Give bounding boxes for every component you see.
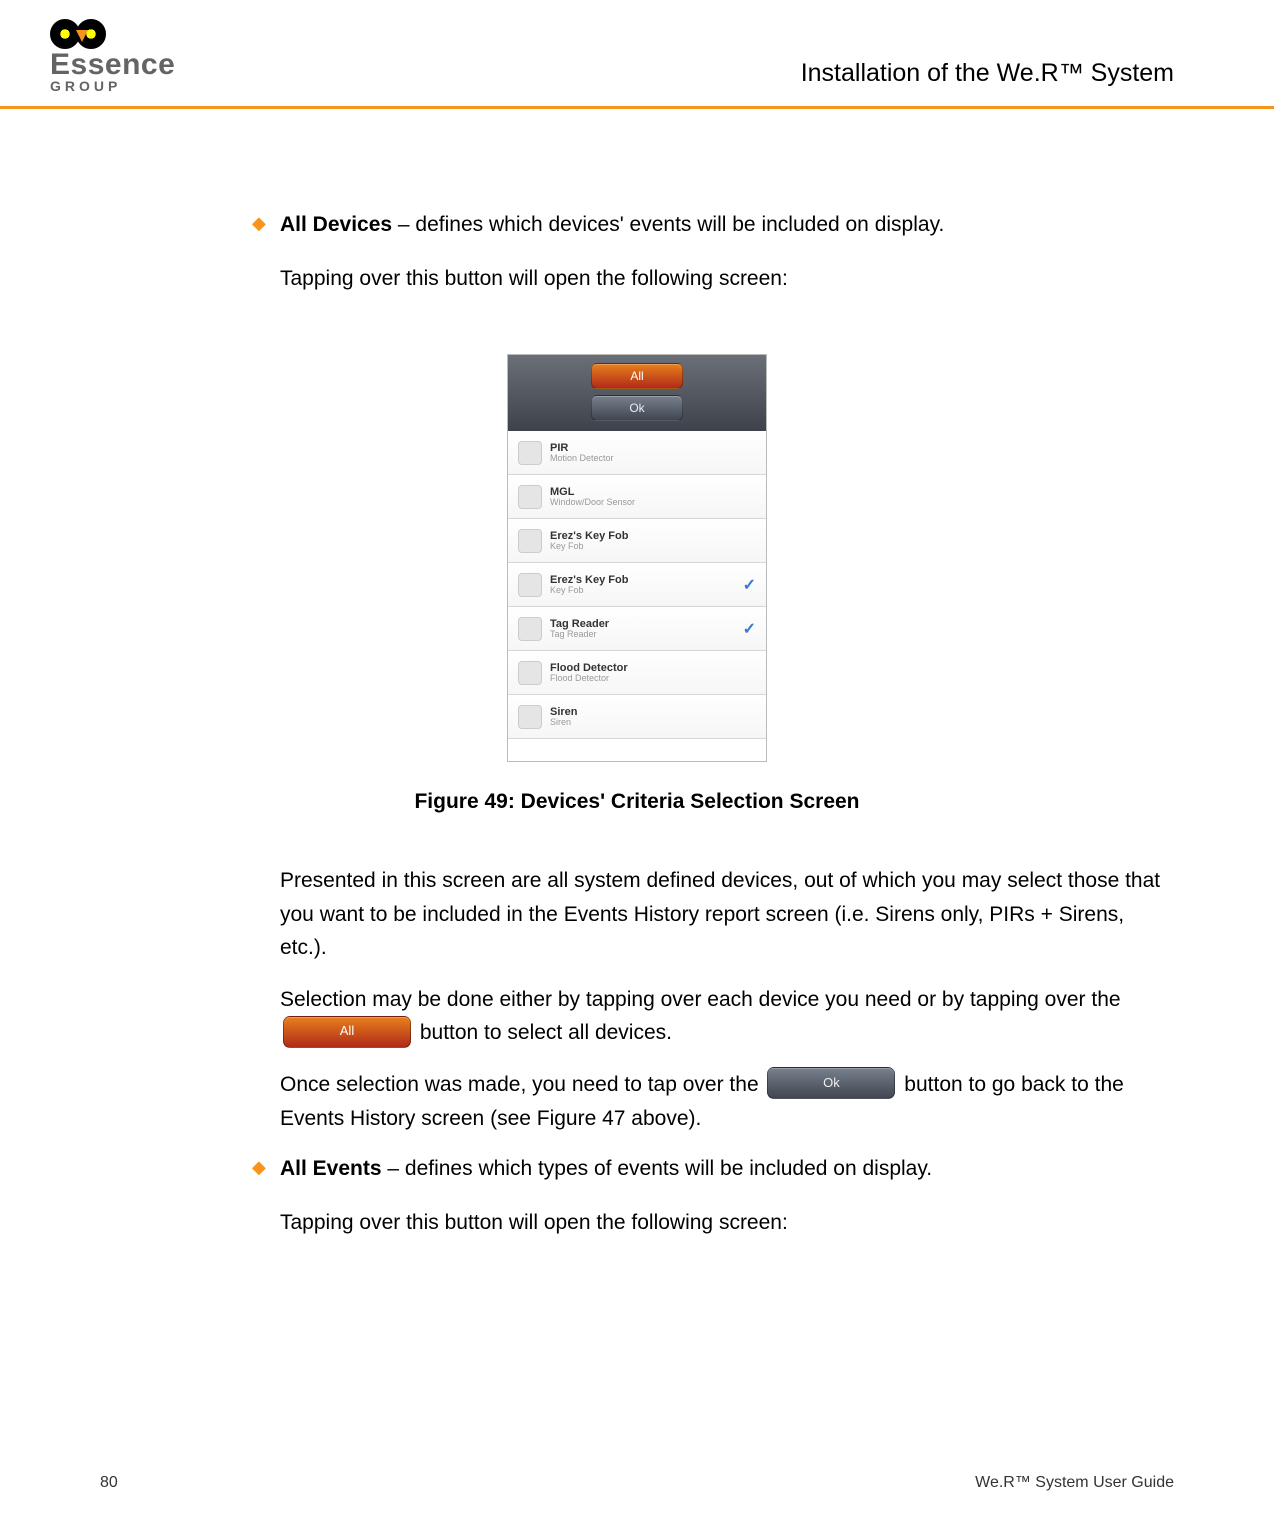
paragraph-2: Selection may be done either by tapping … (280, 983, 1174, 1050)
device-icon (518, 441, 542, 465)
list-item[interactable]: Flood DetectorFlood Detector (508, 651, 766, 695)
list-item[interactable]: Erez's Key FobKey Fob ✓ (508, 563, 766, 607)
device-subtitle: Siren (550, 718, 756, 728)
device-subtitle: Window/Door Sensor (550, 498, 756, 508)
page-number: 80 (100, 1474, 118, 1492)
list-item[interactable]: MGLWindow/Door Sensor (508, 475, 766, 519)
page-header: Essence GROUP Installation of the We.R™ … (0, 0, 1274, 109)
figure-49: All Ok PIRMotion DetectorMGLWindow/Door … (100, 354, 1174, 814)
device-title: Erez's Key Fob (550, 574, 735, 586)
paragraph-1: Presented in this screen are all system … (280, 864, 1174, 965)
ok-button[interactable]: Ok (591, 395, 683, 421)
list-item[interactable]: Erez's Key FobKey Fob (508, 519, 766, 563)
bullet-subtext: Tapping over this button will open the f… (280, 1207, 1174, 1239)
inline-ok-button[interactable]: Ok (767, 1067, 895, 1099)
bullet-desc: – defines which devices' events will be … (392, 213, 944, 236)
device-title: MGL (550, 486, 756, 498)
device-icon (518, 617, 542, 641)
list-item[interactable]: SirenSiren (508, 695, 766, 739)
screenshot-toolbar: All Ok (508, 355, 766, 431)
device-subtitle: Tag Reader (550, 630, 735, 640)
footer-guide-title: We.R™ System User Guide (975, 1474, 1174, 1492)
bullet-all-devices: ◆ All Devices – defines which devices' e… (280, 209, 1174, 294)
bullet-label: All Devices (280, 213, 392, 236)
page-title: Installation of the We.R™ System (801, 59, 1174, 94)
bullet-icon: ◆ (252, 213, 266, 234)
device-icon (518, 485, 542, 509)
page-footer: 80 We.R™ System User Guide (0, 1474, 1274, 1492)
check-icon: ✓ (743, 619, 756, 639)
all-button[interactable]: All (591, 363, 683, 389)
bullet-desc: – defines which types of events will be … (382, 1157, 933, 1180)
device-title: Flood Detector (550, 662, 756, 674)
inline-all-button[interactable]: All (283, 1016, 411, 1048)
figure-caption: Figure 49: Devices' Criteria Selection S… (414, 790, 859, 814)
device-title: Tag Reader (550, 618, 735, 630)
device-list: PIRMotion DetectorMGLWindow/Door SensorE… (508, 431, 766, 761)
device-subtitle: Key Fob (550, 586, 735, 596)
logo: Essence GROUP (50, 10, 175, 94)
list-item[interactable]: Tag ReaderTag Reader ✓ (508, 607, 766, 651)
device-subtitle: Key Fob (550, 542, 756, 552)
device-icon (518, 529, 542, 553)
bullet-all-events: ◆ All Events – defines which types of ev… (280, 1153, 1174, 1238)
bullet-label: All Events (280, 1157, 382, 1180)
device-selection-screenshot: All Ok PIRMotion DetectorMGLWindow/Door … (507, 354, 767, 762)
explanatory-text: Presented in this screen are all system … (280, 864, 1174, 1135)
device-subtitle: Motion Detector (550, 454, 756, 464)
device-title: Siren (550, 706, 756, 718)
bullet-icon: ◆ (252, 1157, 266, 1178)
paragraph-3: Once selection was made, you need to tap… (280, 1068, 1174, 1135)
device-subtitle: Flood Detector (550, 674, 756, 684)
device-title: PIR (550, 442, 756, 454)
device-icon (518, 705, 542, 729)
content-area: ◆ All Devices – defines which devices' e… (0, 109, 1274, 1238)
bullet-subtext: Tapping over this button will open the f… (280, 263, 1174, 295)
device-icon (518, 573, 542, 597)
check-icon: ✓ (743, 575, 756, 595)
list-item[interactable]: PIRMotion Detector (508, 431, 766, 475)
device-title: Erez's Key Fob (550, 530, 756, 542)
logo-subtext: GROUP (50, 78, 121, 94)
device-icon (518, 661, 542, 685)
